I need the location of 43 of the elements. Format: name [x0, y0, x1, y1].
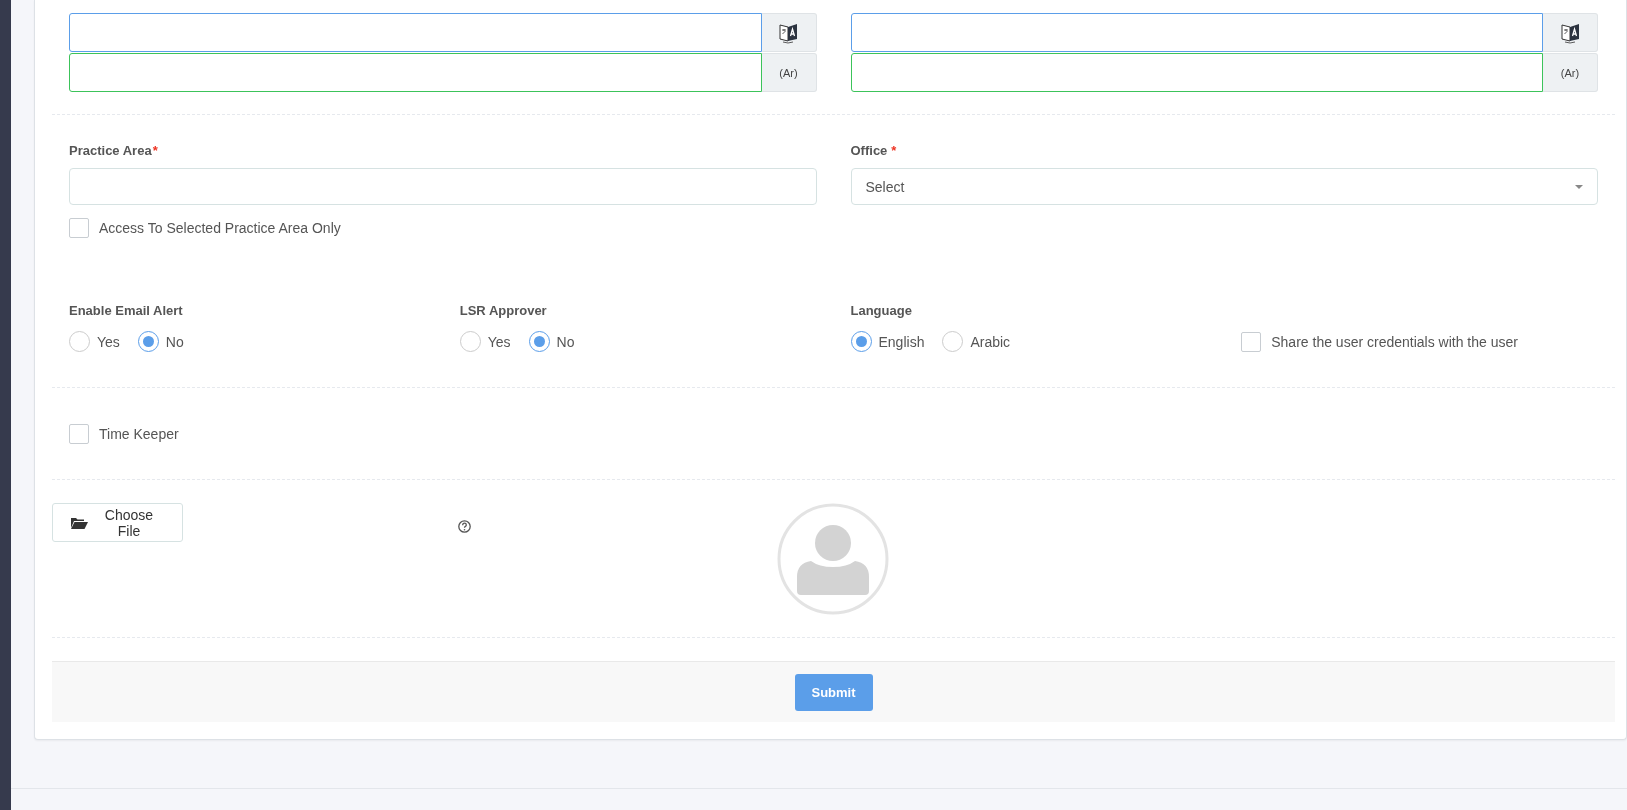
radio-button[interactable] [942, 331, 964, 352]
field-label: Language [850, 302, 912, 320]
field-label: Office [850, 142, 888, 160]
field-label: LSR Approver [459, 302, 547, 320]
radio-button[interactable] [69, 331, 90, 352]
radio-label: No [556, 333, 575, 350]
dropdown-caret-icon [1575, 184, 1583, 189]
radio-label: Arabic [970, 333, 1011, 350]
name-input[interactable] [850, 13, 1543, 52]
translate-icon [1559, 21, 1581, 44]
checkbox[interactable] [69, 218, 89, 238]
checkbox[interactable] [1241, 332, 1262, 352]
field-label: Enable Email Alert [69, 302, 183, 320]
radio-label: English [878, 333, 925, 350]
radio-label: Yes [97, 333, 120, 350]
radio-button[interactable] [850, 331, 872, 352]
field-label: Practice Area [69, 142, 152, 160]
translate-button[interactable] [1543, 13, 1598, 52]
radio-label: Yes [487, 333, 511, 350]
required-mark: * [891, 142, 897, 160]
checkbox-label: Access To Selected Practice Area Only [99, 220, 341, 236]
language-addon: (Ar) [761, 53, 817, 92]
language-addon: (Ar) [1543, 53, 1598, 92]
checkbox-label: Share the user credentials with the user [1271, 334, 1518, 350]
folder-icon [70, 515, 88, 530]
help-icon[interactable] [458, 520, 471, 533]
radio-button[interactable] [137, 331, 159, 352]
name-input[interactable] [69, 13, 762, 52]
choose-file-button[interactable]: Choose File [52, 503, 183, 542]
checkbox[interactable] [69, 424, 89, 444]
select-value: Select [865, 178, 905, 195]
checkbox-label: Time Keeper [99, 426, 179, 442]
radio-button[interactable] [459, 331, 481, 352]
radio-button[interactable] [528, 331, 550, 352]
arabic-name-input[interactable] [69, 53, 762, 92]
avatar-placeholder-icon [777, 503, 889, 615]
office-select[interactable]: Select [850, 168, 1598, 205]
arabic-name-input[interactable] [850, 53, 1543, 92]
translate-button[interactable] [761, 13, 817, 52]
radio-label: No [165, 333, 184, 350]
required-mark: * [152, 142, 158, 160]
practice-area-input[interactable] [69, 168, 817, 205]
translate-icon [778, 21, 799, 44]
